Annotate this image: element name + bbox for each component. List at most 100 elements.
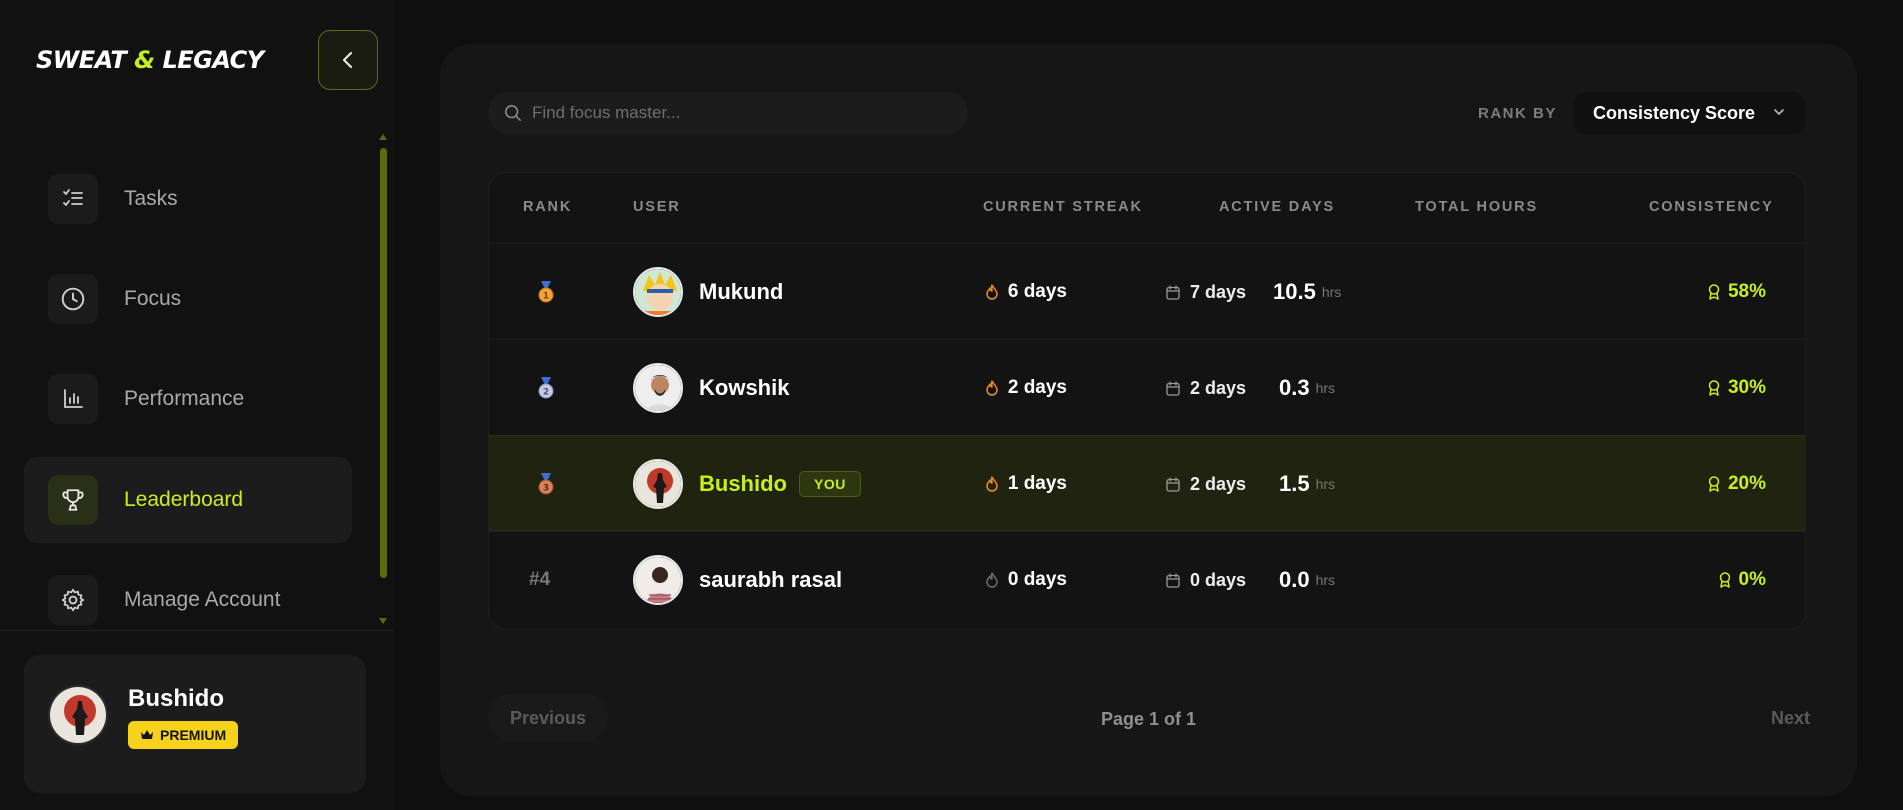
- avatar: [633, 555, 683, 605]
- hours-unit: hrs: [1315, 572, 1336, 588]
- premium-badge: PREMIUM: [128, 721, 239, 749]
- consistency-value: 30%: [1727, 377, 1766, 398]
- user-cell[interactable]: Mukund: [633, 244, 783, 340]
- streak-value: 0 days: [1007, 569, 1067, 590]
- medal-rank: 3: [543, 484, 549, 494]
- hours-unit: hrs: [1315, 476, 1336, 492]
- table-row[interactable]: 2 Kowshik 2 days 2 days 0.3 hrs 30%: [489, 339, 1805, 435]
- streak-value: 6 days: [1007, 281, 1067, 302]
- header-rank: RANK: [523, 199, 573, 215]
- user-name: saurabh rasal: [699, 567, 843, 592]
- active-days-cell: 0 days: [1106, 532, 1246, 628]
- user-cell[interactable]: Kowshik: [633, 340, 789, 436]
- crown-icon: [141, 730, 153, 739]
- consistency-cell: 0%: [1629, 532, 1766, 628]
- search-input[interactable]: [532, 103, 942, 123]
- search-icon: [504, 104, 522, 122]
- rank-cell: 1: [537, 244, 555, 340]
- gold-medal-icon: 1: [538, 281, 554, 303]
- streak-cell: 1 days: [959, 436, 1067, 532]
- you-badge: YOU: [799, 471, 861, 497]
- avatar: [633, 267, 683, 317]
- scrollbar-thumb[interactable]: [380, 148, 387, 578]
- rank-by-value: Consistency Score: [1593, 102, 1756, 123]
- rank-cell: 3: [537, 436, 555, 532]
- brand-amp: &: [134, 46, 155, 74]
- active-days-cell: 2 days: [1106, 340, 1246, 436]
- user-name: Bushido: [699, 471, 787, 496]
- streak-value: 1 days: [1007, 473, 1067, 494]
- hours-value: 10.5: [1273, 279, 1316, 304]
- rank-by-dropdown[interactable]: Consistency Score: [1573, 92, 1805, 134]
- page-indicator: Page 1 of 1: [1100, 709, 1197, 729]
- header-active-days: ACTIVE DAYS: [1219, 199, 1335, 215]
- consistency-value: 58%: [1727, 281, 1766, 302]
- header-consistency: CONSISTENCY: [1649, 199, 1774, 215]
- scroll-down-arrow-icon[interactable]: [379, 618, 387, 624]
- calendar-icon: [1166, 380, 1180, 396]
- table-row[interactable]: #4 saurabh rasal 0 days 0 days 0.0 hrs 0…: [489, 531, 1805, 627]
- trophy-icon: [48, 475, 98, 525]
- user-cell[interactable]: Bushido YOU: [633, 436, 861, 532]
- medal-rank: 2: [543, 388, 549, 398]
- table-row-current-user[interactable]: 3 Bushido YOU 1 days 2 days 1.5 hrs 20%: [489, 435, 1805, 531]
- streak-cell: 0 days: [959, 532, 1067, 628]
- next-page-button[interactable]: Next: [1690, 694, 1810, 742]
- user-cell[interactable]: saurabh rasal: [633, 532, 842, 628]
- bar-chart-icon: [48, 374, 98, 424]
- consistency-cell: 58%: [1629, 244, 1766, 340]
- sidebar-scrollbar[interactable]: [379, 134, 387, 624]
- avatar: [633, 363, 683, 413]
- clock-icon: [48, 274, 98, 324]
- rank-cell: #4: [529, 532, 550, 628]
- flame-icon: [986, 284, 998, 300]
- active-days-cell: 2 days: [1106, 436, 1246, 532]
- chevron-down-icon: [1774, 109, 1784, 116]
- header-current-streak: CURRENT STREAK: [983, 199, 1143, 215]
- sidebar-item-label: Focus: [124, 287, 182, 310]
- sidebar-divider: [0, 630, 394, 631]
- calendar-icon: [1166, 284, 1180, 300]
- active-days-value: 7 days: [1189, 281, 1246, 302]
- sidebar-item-focus[interactable]: Focus: [24, 256, 352, 342]
- user-name: Kowshik: [699, 375, 790, 400]
- flame-icon: [986, 380, 998, 396]
- tasks-icon: [48, 174, 98, 224]
- flame-icon: [986, 476, 998, 492]
- sidebar-item-performance[interactable]: Performance: [24, 356, 352, 442]
- active-days-value: 2 days: [1189, 377, 1246, 398]
- header-user: USER: [633, 199, 681, 215]
- sidebar-item-label: Leaderboard: [124, 488, 244, 511]
- chevron-left-icon: [342, 51, 353, 69]
- streak-cell: 2 days: [959, 340, 1067, 436]
- header-total-hours: TOTAL HOURS: [1415, 199, 1538, 215]
- silver-medal-icon: 2: [538, 377, 554, 399]
- flame-icon: [986, 572, 998, 588]
- sidebar-item-label: Performance: [124, 387, 245, 410]
- consistency-value: 20%: [1727, 473, 1766, 494]
- active-days-value: 0 days: [1189, 569, 1246, 590]
- brand-logo[interactable]: SWEAT & LEGACY: [36, 46, 264, 74]
- collapse-sidebar-button[interactable]: [318, 30, 378, 90]
- premium-label: PREMIUM: [160, 727, 227, 743]
- sidebar-item-label: Manage Account: [124, 588, 281, 611]
- rank-by-label: RANK BY: [1478, 105, 1557, 122]
- sidebar-item-label: Tasks: [124, 187, 178, 210]
- medal-rank: 1: [543, 292, 549, 302]
- table-row[interactable]: 1 Mukund 6 days 7 days 10.5 hrs 58%: [489, 243, 1805, 339]
- sidebar-item-leaderboard[interactable]: Leaderboard: [24, 457, 352, 543]
- award-icon: [1708, 284, 1720, 300]
- search-bar[interactable]: [488, 92, 968, 134]
- hours-value: 1.5: [1279, 471, 1310, 496]
- hours-cell: 0.3 hrs: [1279, 340, 1335, 436]
- consistency-cell: 20%: [1629, 436, 1766, 532]
- hours-unit: hrs: [1315, 380, 1336, 396]
- hours-value: 0.3: [1279, 375, 1310, 400]
- consistency-value: 0%: [1738, 569, 1766, 590]
- profile-card[interactable]: Bushido PREMIUM: [24, 655, 366, 793]
- sidebar-item-tasks[interactable]: Tasks: [24, 156, 352, 242]
- active-days-value: 2 days: [1189, 473, 1246, 494]
- calendar-icon: [1166, 572, 1180, 588]
- scroll-up-arrow-icon[interactable]: [379, 134, 387, 140]
- hours-unit: hrs: [1321, 284, 1342, 300]
